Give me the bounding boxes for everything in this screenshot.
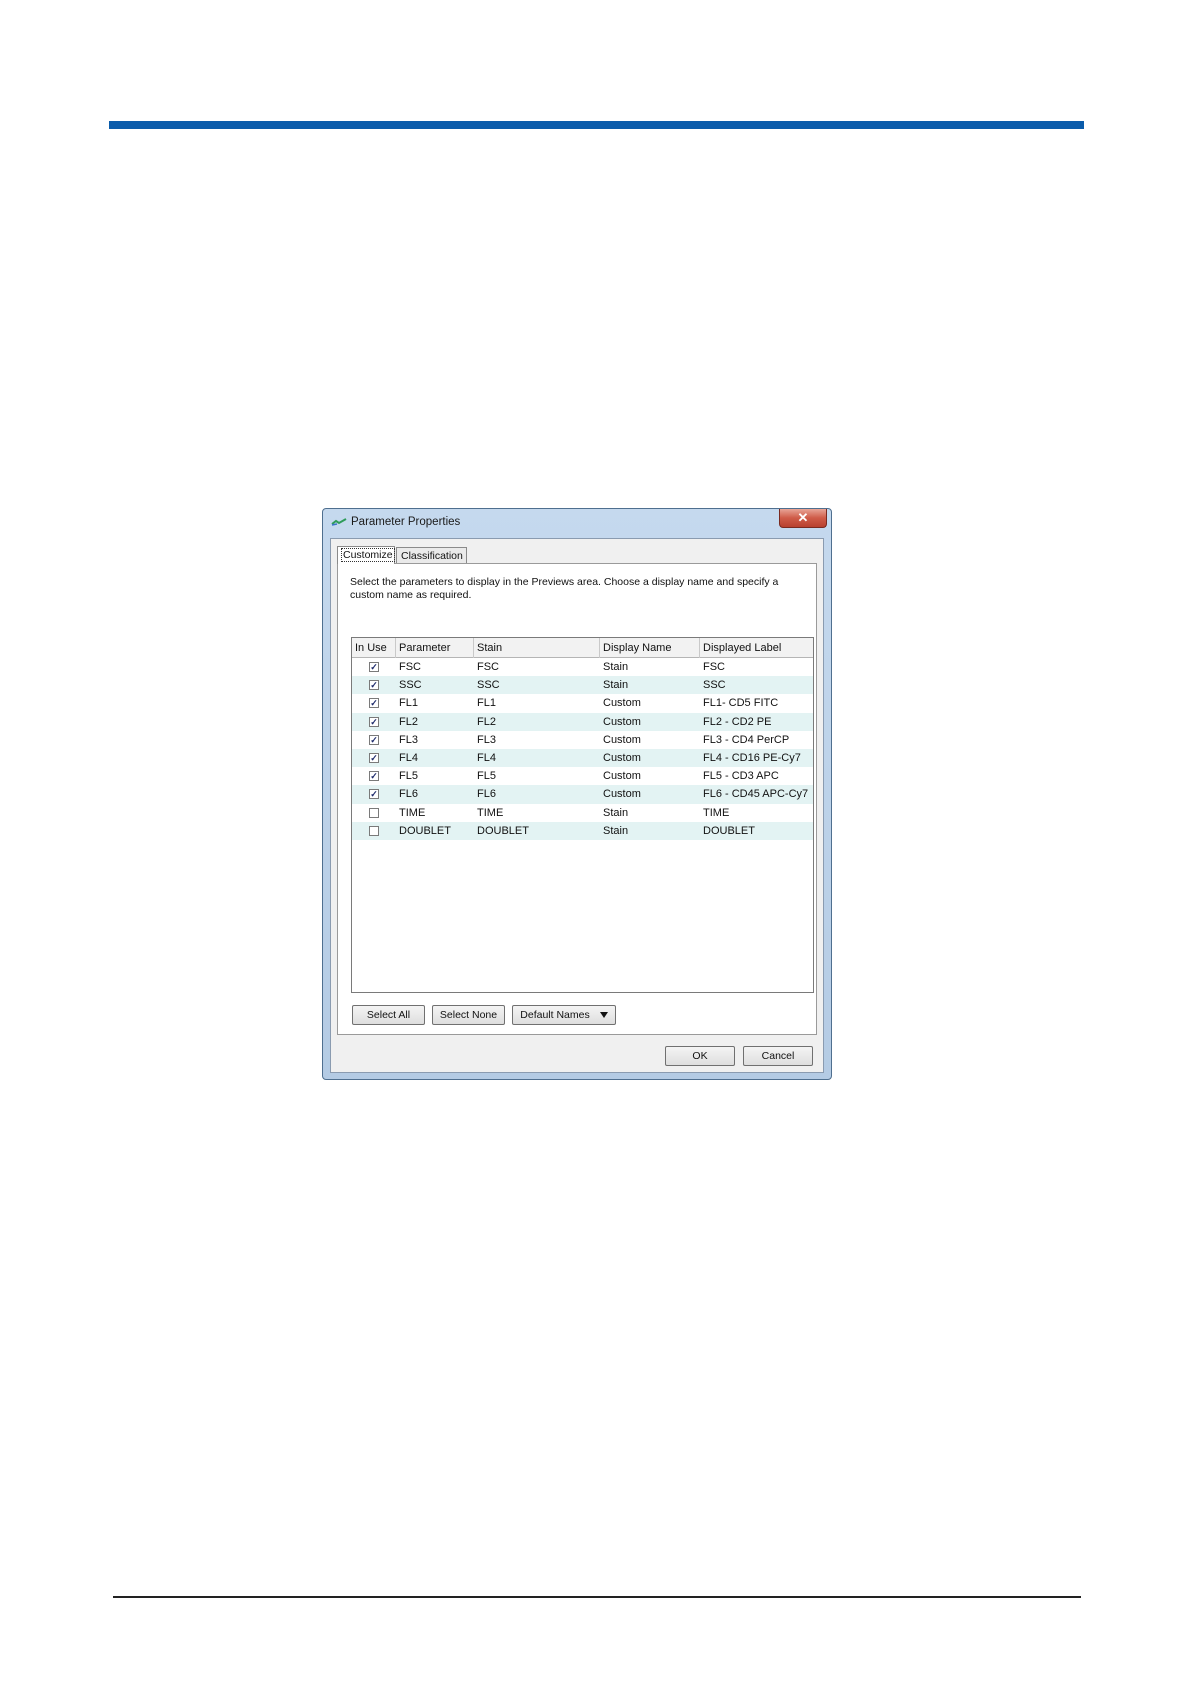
tab-customize[interactable]: Customize <box>337 546 395 564</box>
cell-parameter[interactable]: FSC <box>396 658 474 676</box>
instructions-text: Select the parameters to display in the … <box>350 576 779 601</box>
cancel-button[interactable]: Cancel <box>743 1046 813 1066</box>
cell-stain[interactable]: FL6 <box>474 785 600 803</box>
table-row[interactable]: ✓ FL6 FL6 Custom FL6 - CD45 APC-Cy7 <box>352 785 813 804</box>
cell-parameter[interactable]: SSC <box>396 676 474 694</box>
table-row[interactable]: ✓ FL2 FL2 Custom FL2 - CD2 PE <box>352 712 813 731</box>
cell-parameter[interactable]: FL2 <box>396 713 474 731</box>
cell-display-name[interactable]: Custom <box>600 785 700 803</box>
checkbox-mark: ✓ <box>370 662 378 672</box>
select-all-button[interactable]: Select All <box>352 1005 425 1025</box>
table-row[interactable]: ✓ FL3 FL3 Custom FL3 - CD4 PerCP <box>352 731 813 749</box>
cell-stain[interactable]: DOUBLET <box>474 822 600 840</box>
cell-stain[interactable]: FSC <box>474 658 600 676</box>
column-header-displayed-label[interactable]: Displayed Label <box>700 638 813 658</box>
column-header-display-name[interactable]: Display Name <box>600 638 700 658</box>
cell-display-name[interactable]: Custom <box>600 694 700 712</box>
column-header-parameter[interactable]: Parameter <box>396 638 474 658</box>
customize-panel: Select the parameters to display in the … <box>337 563 817 1035</box>
cell-stain[interactable]: FL3 <box>474 731 600 749</box>
ok-button[interactable]: OK <box>665 1046 735 1066</box>
table-row[interactable]: ✓ FL4 FL4 Custom FL4 - CD16 PE-Cy7 <box>352 748 813 768</box>
table-row[interactable]: ✓ FL1 FL1 Custom FL1- CD5 FITC <box>352 694 813 712</box>
in-use-checkbox[interactable]: ✓ <box>369 662 379 672</box>
checkbox-mark: ✓ <box>370 680 378 691</box>
column-header-stain[interactable]: Stain <box>474 638 600 658</box>
table-row[interactable]: ✓ SSC SSC Stain SSC <box>352 676 813 695</box>
close-icon: ✕ <box>797 510 809 525</box>
column-header-in-use[interactable]: In Use <box>352 638 396 658</box>
cell-displayed-label[interactable]: TIME <box>700 804 813 822</box>
in-use-checkbox[interactable]: ✓ <box>369 680 379 691</box>
header-rule <box>109 121 1084 129</box>
cell-displayed-label[interactable]: FL3 - CD4 PerCP <box>700 731 813 749</box>
cell-display-name[interactable]: Custom <box>600 731 700 749</box>
in-use-checkbox[interactable] <box>369 825 379 836</box>
default-names-label: Default Names <box>520 1009 590 1021</box>
tab-classification-label: Classification <box>401 550 463 562</box>
in-use-checkbox[interactable]: ✓ <box>369 698 379 709</box>
checkbox-mark: ✓ <box>370 716 378 727</box>
table-body: ✓ FSC FSC Stain FSC ✓ SSC SSC Stain SSC ✓ FL1 FL1 Cus… <box>352 658 813 840</box>
table-row[interactable]: ✓ FL5 FL5 Custom FL5 - CD3 APC <box>352 767 813 785</box>
app-icon <box>331 518 347 526</box>
checkbox-mark: ✓ <box>370 789 378 800</box>
cell-displayed-label[interactable]: FL5 - CD3 APC <box>700 767 813 785</box>
table-row[interactable]: DOUBLET DOUBLET Stain DOUBLET <box>352 821 813 840</box>
cell-display-name[interactable]: Stain <box>600 822 700 840</box>
table-row[interactable]: ✓ FSC FSC Stain FSC <box>352 658 813 676</box>
footer-rule <box>113 1596 1081 1598</box>
parameter-table: In Use Parameter Stain Display Name Disp… <box>351 637 814 993</box>
cell-parameter[interactable]: TIME <box>396 804 474 822</box>
select-none-button[interactable]: Select None <box>432 1005 505 1025</box>
in-use-checkbox[interactable]: ✓ <box>369 771 379 782</box>
default-names-dropdown[interactable]: Default Names <box>512 1005 616 1025</box>
checkbox-mark: ✓ <box>370 752 378 763</box>
cell-parameter[interactable]: DOUBLET <box>396 822 474 840</box>
cell-displayed-label[interactable]: FL6 - CD45 APC-Cy7 <box>700 785 813 803</box>
parameter-properties-dialog: Parameter Properties ✕ Customize Classif… <box>322 508 832 1080</box>
cell-display-name[interactable]: Stain <box>600 804 700 822</box>
close-button[interactable]: ✕ <box>779 509 827 528</box>
cell-display-name[interactable]: Custom <box>600 713 700 731</box>
cell-displayed-label[interactable]: FL1- CD5 FITC <box>700 694 813 712</box>
cell-stain[interactable]: FL1 <box>474 694 600 712</box>
checkbox-mark: ✓ <box>370 698 378 709</box>
cell-parameter[interactable]: FL5 <box>396 767 474 785</box>
in-use-checkbox[interactable]: ✓ <box>369 789 379 800</box>
cell-display-name[interactable]: Custom <box>600 749 700 767</box>
cell-stain[interactable]: SSC <box>474 676 600 694</box>
cell-parameter[interactable]: FL6 <box>396 785 474 803</box>
dialog-title: Parameter Properties <box>351 516 461 528</box>
in-use-checkbox[interactable]: ✓ <box>369 752 379 763</box>
table-header: In Use Parameter Stain Display Name Disp… <box>352 638 813 658</box>
cell-parameter[interactable]: FL4 <box>396 749 474 767</box>
title-bar[interactable]: Parameter Properties ✕ <box>323 509 831 535</box>
cell-displayed-label[interactable]: FL2 - CD2 PE <box>700 713 813 731</box>
tab-classification[interactable]: Classification <box>396 547 467 564</box>
cell-stain[interactable]: FL2 <box>474 713 600 731</box>
cell-display-name[interactable]: Custom <box>600 767 700 785</box>
cell-displayed-label[interactable]: FL4 - CD16 PE-Cy7 <box>700 749 813 767</box>
cell-stain[interactable]: FL5 <box>474 767 600 785</box>
in-use-checkbox[interactable] <box>369 807 379 818</box>
cell-displayed-label[interactable]: DOUBLET <box>700 822 813 840</box>
cell-displayed-label[interactable]: FSC <box>700 658 813 676</box>
checkbox-mark: ✓ <box>370 734 378 745</box>
checkbox-mark: ✓ <box>370 771 378 782</box>
table-row[interactable]: TIME TIME Stain TIME <box>352 804 813 822</box>
cell-parameter[interactable]: FL1 <box>396 694 474 712</box>
cell-display-name[interactable]: Stain <box>600 658 700 676</box>
cell-stain[interactable]: TIME <box>474 804 600 822</box>
cell-display-name[interactable]: Stain <box>600 676 700 694</box>
cell-parameter[interactable]: FL3 <box>396 731 474 749</box>
in-use-checkbox[interactable]: ✓ <box>369 734 379 745</box>
chevron-down-icon <box>599 1012 608 1019</box>
tab-customize-label: Customize <box>341 548 395 562</box>
cell-stain[interactable]: FL4 <box>474 749 600 767</box>
in-use-checkbox[interactable]: ✓ <box>369 716 379 727</box>
dialog-client-area: Customize Classification Select the para… <box>330 538 824 1073</box>
cell-displayed-label[interactable]: SSC <box>700 676 813 694</box>
